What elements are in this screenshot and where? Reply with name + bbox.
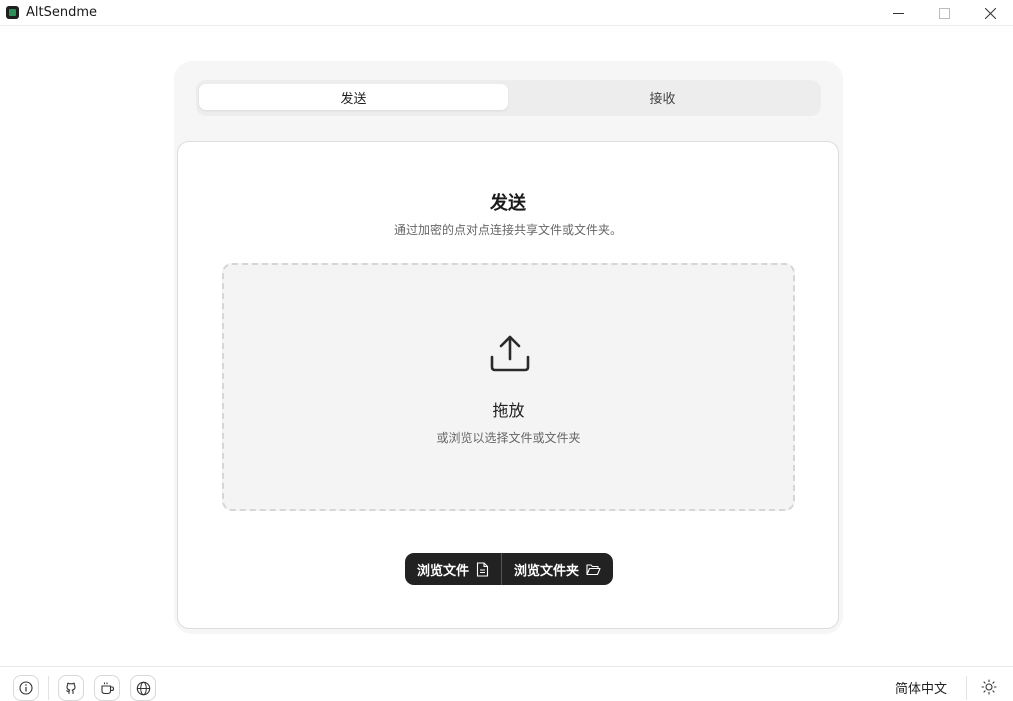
upload-icon	[490, 335, 530, 372]
footer-bar: 简体中文	[0, 666, 1013, 701]
drop-zone[interactable]: 拖放 或浏览以选择文件或文件夹	[222, 263, 795, 511]
info-icon	[19, 681, 33, 695]
tab-receive[interactable]: 接收	[508, 84, 817, 110]
maximize-button[interactable]	[921, 0, 967, 26]
browse-files-label: 浏览文件	[417, 563, 470, 579]
browse-folder-button[interactable]: 浏览文件夹	[502, 553, 613, 585]
browse-button-group: 浏览文件 浏览文件夹	[405, 553, 614, 585]
donate-button[interactable]	[94, 675, 120, 701]
mode-tabs: 发送 接收	[196, 80, 821, 116]
info-button[interactable]	[13, 675, 39, 701]
maximize-icon	[938, 7, 950, 19]
browse-folder-label: 浏览文件夹	[514, 563, 580, 579]
app-logo-icon	[6, 6, 19, 19]
globe-icon	[136, 681, 150, 695]
github-icon	[66, 682, 76, 695]
footer-divider-right	[966, 676, 967, 700]
send-card: 发送 通过加密的点对点连接共享文件或文件夹。 拖放 或浏览以选择文件或文件夹 浏…	[177, 141, 839, 629]
title-bar: AltSendme	[0, 0, 1013, 26]
window-controls	[875, 0, 1013, 26]
theme-toggle-button[interactable]	[980, 678, 998, 696]
language-selector[interactable]: 简体中文	[895, 678, 947, 697]
minimize-button[interactable]	[875, 0, 921, 26]
drop-title: 拖放	[492, 401, 525, 420]
close-icon	[984, 7, 996, 19]
website-button[interactable]	[130, 675, 156, 701]
card-subtitle: 通过加密的点对点连接共享文件或文件夹。	[393, 223, 622, 237]
github-button[interactable]	[58, 675, 84, 701]
footer-divider	[48, 676, 49, 700]
card-title: 发送	[490, 193, 526, 214]
coffee-icon	[100, 682, 114, 695]
folder-open-icon	[586, 563, 601, 576]
sun-icon	[981, 679, 997, 695]
window-title: AltSendme	[26, 5, 98, 20]
minimize-icon	[892, 12, 904, 14]
browse-files-button[interactable]: 浏览文件	[405, 553, 501, 585]
tab-send[interactable]: 发送	[199, 84, 508, 110]
file-icon	[476, 561, 489, 577]
close-button[interactable]	[967, 0, 1013, 26]
drop-subtitle: 或浏览以选择文件或文件夹	[436, 431, 581, 445]
